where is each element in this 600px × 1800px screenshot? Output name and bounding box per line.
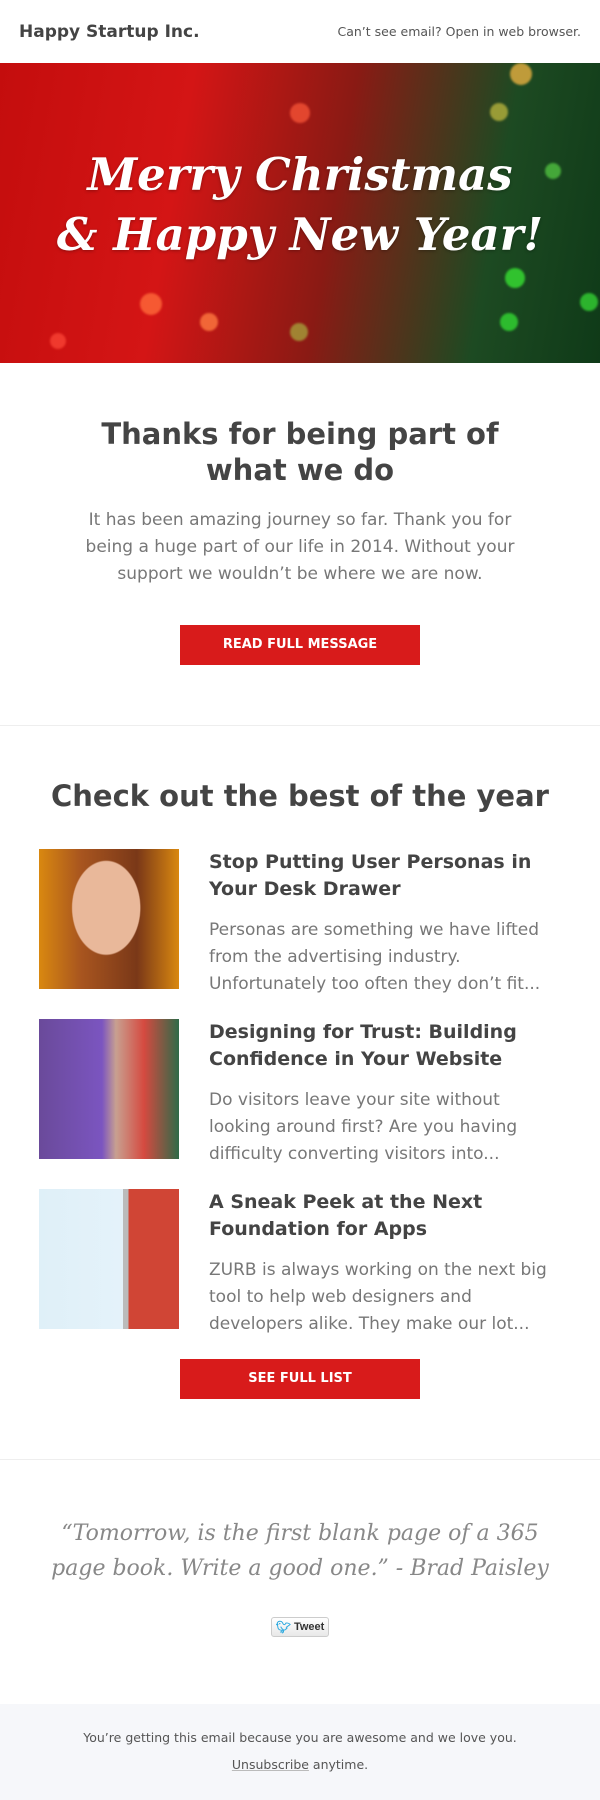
unsubscribe-link[interactable]: Unsubscribe (232, 1757, 309, 1772)
email-footer: You’re getting this email because you ar… (0, 1704, 600, 1800)
unsubscribe-suffix: anytime. (308, 1757, 369, 1772)
intro-section: Thanks for being part of what we do It h… (0, 363, 600, 665)
tweet-label: Tweet (293, 1621, 325, 1633)
hero-heading: Merry Christmas & Happy New Year! (0, 145, 600, 265)
article-item[interactable]: Designing for Trust: Building Confidence… (39, 1019, 600, 1164)
twitter-bird-icon: 🐦︎ (275, 1620, 291, 1634)
email-header: Happy Startup Inc. Can’t see email? Open… (0, 0, 600, 63)
article-list: Stop Putting User Personas in Your Desk … (0, 849, 600, 1334)
article-description: Do visitors leave your site without look… (209, 1090, 518, 1164)
unsubscribe-line: Unsubscribe anytime. (0, 1757, 600, 1772)
web-browser-link[interactable]: Can’t see email? Open in web browser. (338, 24, 582, 39)
best-of-year-section: Check out the best of the year (0, 726, 600, 814)
see-full-list-button[interactable]: SEE FULL LIST (180, 1359, 420, 1399)
hero-banner: Merry Christmas & Happy New Year! (0, 63, 600, 363)
read-full-message-button[interactable]: READ FULL MESSAGE (180, 625, 420, 665)
footer-message: You’re getting this email because you ar… (83, 1730, 517, 1745)
hero-line-2: & Happy New Year! (56, 208, 544, 261)
article-title[interactable]: Designing for Trust: Building Confidence… (209, 1019, 549, 1073)
brand-name: Happy Startup Inc. (19, 21, 200, 42)
best-title: Check out the best of the year (51, 779, 549, 813)
article-thumbnail[interactable] (39, 849, 179, 989)
quote-text: “Tomorrow, is the first blank page of a … (51, 1521, 549, 1581)
article-item[interactable]: Stop Putting User Personas in Your Desk … (39, 849, 600, 994)
article-title[interactable]: Stop Putting User Personas in Your Desk … (209, 849, 549, 903)
article-thumbnail[interactable] (39, 1019, 179, 1159)
article-thumbnail[interactable] (39, 1189, 179, 1329)
tweet-button[interactable]: 🐦︎ Tweet (270, 1617, 330, 1637)
article-description: Personas are something we have lifted fr… (209, 920, 541, 994)
hero-line-1: Merry Christmas (87, 148, 513, 201)
intro-title: Thanks for being part of what we do (101, 417, 499, 487)
article-title[interactable]: A Sneak Peek at the Next Foundation for … (209, 1189, 549, 1243)
quote-section: “Tomorrow, is the first blank page of a … (0, 1460, 600, 1637)
article-description: ZURB is always working on the next big t… (209, 1260, 547, 1334)
intro-body: It has been amazing journey so far. Than… (85, 510, 515, 584)
article-item[interactable]: A Sneak Peek at the Next Foundation for … (39, 1189, 600, 1334)
